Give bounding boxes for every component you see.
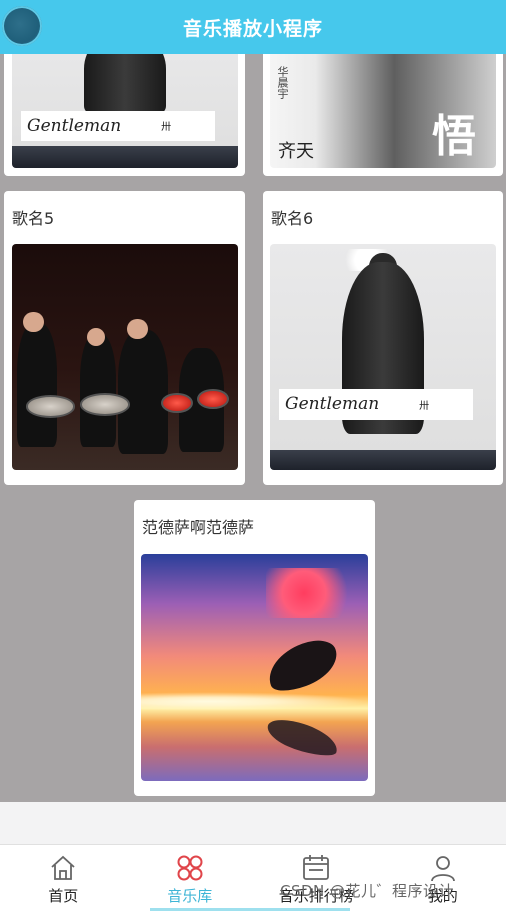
performer-shape	[118, 329, 168, 455]
tab-mine[interactable]: 我的	[380, 845, 506, 911]
cover-cloud	[265, 567, 362, 618]
cover-calligraphy: 悟	[432, 111, 476, 162]
performer-face	[23, 311, 44, 333]
drum	[197, 388, 229, 409]
song-card[interactable]: 范德萨啊范德萨	[134, 500, 375, 796]
watermark: CSDN @花儿゛程序设计	[280, 882, 455, 900]
avatar[interactable]	[2, 6, 42, 46]
song-cover[interactable]	[12, 244, 238, 470]
cover-artist-text: 华晨宇	[276, 66, 289, 99]
tab-label: 首页	[48, 887, 79, 905]
song-cover[interactable]: 华晨宇 齐天 悟	[270, 54, 496, 168]
cover-sign-text: Gentleman	[27, 115, 122, 136]
content-bottom-spacer	[0, 802, 506, 844]
cover-sun	[141, 692, 368, 711]
song-card[interactable]: 歌名5	[4, 191, 245, 485]
cover-sign-small: 卅	[161, 122, 172, 134]
tab-home[interactable]: 首页	[0, 845, 127, 911]
calendar-icon	[303, 855, 330, 880]
cover-floor	[270, 449, 496, 470]
music-grid[interactable]: Gentleman 卅 华晨宇 齐天 悟 歌名5 歌名6 Gentleman 卅…	[0, 54, 506, 802]
cover-title-char-1: 齐	[278, 141, 296, 162]
song-cover[interactable]: Gentleman 卅	[12, 54, 238, 168]
tab-label: 音乐库	[167, 887, 213, 905]
user-icon	[430, 856, 455, 882]
app-title: 音乐播放小程序	[182, 17, 323, 40]
song-title: 歌名6	[271, 209, 314, 228]
cover-title-text: 齐天	[278, 141, 314, 162]
performer-face	[86, 327, 105, 346]
dolphin-reflection	[263, 715, 341, 761]
song-cover[interactable]: Gentleman 卅	[270, 244, 496, 470]
cover-title-char-2: 天	[296, 141, 314, 162]
performer-face	[127, 318, 148, 339]
song-card-partial-right[interactable]: 华晨宇 齐天 悟	[263, 54, 503, 176]
song-title: 范德萨啊范德萨	[142, 518, 255, 537]
drum	[79, 393, 130, 416]
cover-floor	[12, 146, 238, 168]
cover-sign-text: Gentleman	[285, 394, 380, 415]
home-icon	[51, 855, 75, 880]
song-card[interactable]: 歌名6 Gentleman 卅	[263, 191, 503, 485]
song-card-partial-left[interactable]: Gentleman 卅	[4, 54, 245, 176]
dolphin-shape	[261, 633, 344, 697]
drum	[25, 395, 76, 418]
song-title: 歌名5	[12, 209, 55, 228]
performer-shape	[79, 334, 116, 448]
cover-sign: Gentleman 卅	[21, 110, 216, 141]
cover-sign-small: 卅	[419, 400, 430, 412]
figure-shape	[84, 54, 166, 114]
cover-sign: Gentleman 卅	[279, 388, 474, 421]
music-library-icon	[177, 855, 203, 881]
song-cover[interactable]	[141, 554, 368, 781]
app-header: 音乐播放小程序	[0, 0, 506, 54]
tab-music-ranking[interactable]: 音乐排行榜	[253, 845, 380, 911]
performer-shape	[16, 323, 58, 448]
tab-music-library[interactable]: 音乐库	[127, 845, 254, 911]
